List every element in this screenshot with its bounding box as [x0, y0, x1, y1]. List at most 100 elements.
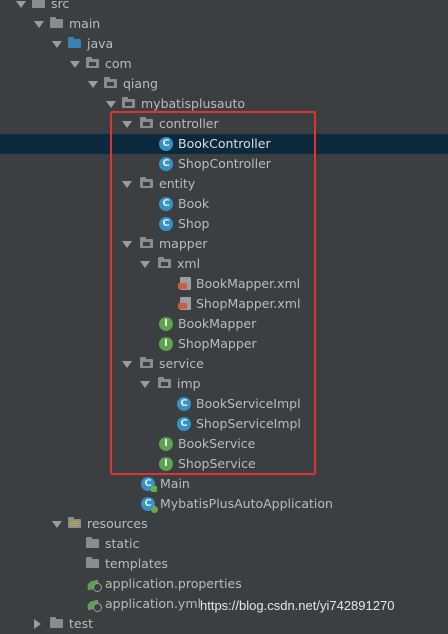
interface-icon: I — [159, 317, 173, 331]
interface-icon: I — [159, 337, 173, 351]
tree-node-label: application.yml — [105, 596, 201, 611]
tree-node-label: Main — [160, 476, 190, 491]
chevron-down-icon[interactable] — [88, 81, 98, 88]
tree-node-imp[interactable]: imp — [0, 374, 448, 394]
tree-node-shop[interactable]: C Shop — [0, 214, 448, 234]
properties-file-icon — [87, 577, 102, 592]
chevron-down-icon[interactable] — [140, 381, 150, 388]
tree-node-shopservice[interactable]: I ShopService — [0, 454, 448, 474]
package-icon — [86, 57, 100, 71]
tree-node-application-properties[interactable]: application.properties — [0, 574, 448, 594]
tree-node-label: BookMapper.xml — [196, 276, 301, 291]
package-icon — [122, 97, 136, 111]
chevron-down-icon[interactable] — [52, 521, 62, 528]
class-icon: C — [177, 417, 191, 431]
tree-node-label: imp — [177, 376, 201, 391]
tree-node-label: entity — [159, 176, 196, 191]
main-class-icon: C — [141, 477, 157, 492]
class-icon: C — [159, 217, 173, 231]
tree-node-label: mybatisplusauto — [141, 96, 246, 111]
tree-node-label: com — [105, 56, 132, 71]
tree-node-shopmapper[interactable]: I ShopMapper — [0, 334, 448, 354]
tree-node-static[interactable]: static — [0, 534, 448, 554]
tree-node-mybatisplusautoapplication[interactable]: C MybatisPlusAutoApplication — [0, 494, 448, 514]
resources-folder-icon — [68, 517, 82, 531]
class-icon: C — [177, 397, 191, 411]
tree-node-label: src — [51, 0, 70, 11]
chevron-down-icon[interactable] — [122, 361, 132, 368]
tree-node-label: Shop — [178, 216, 210, 231]
tree-node-resources[interactable]: resources — [0, 514, 448, 534]
tree-node-xml[interactable]: xml — [0, 254, 448, 274]
tree-node-mapper[interactable]: mapper — [0, 234, 448, 254]
class-icon: C — [159, 157, 173, 171]
chevron-down-icon[interactable] — [122, 241, 132, 248]
tree-node-book[interactable]: C Book — [0, 194, 448, 214]
tree-node-label: templates — [105, 556, 168, 571]
yml-file-icon — [87, 597, 102, 612]
tree-node-label: BookService — [178, 436, 256, 451]
tree-node-com[interactable]: com — [0, 54, 448, 74]
tree-node-bookcontroller[interactable]: C BookController — [0, 134, 448, 154]
chevron-down-icon[interactable] — [70, 61, 80, 68]
chevron-down-icon[interactable] — [34, 21, 44, 28]
xml-file-icon — [178, 277, 191, 290]
interface-icon: I — [159, 437, 173, 451]
tree-node-controller[interactable]: controller — [0, 114, 448, 134]
tree-node-bookservice[interactable]: I BookService — [0, 434, 448, 454]
tree-node-qiang[interactable]: qiang — [0, 74, 448, 94]
chevron-down-icon[interactable] — [122, 181, 132, 188]
tree-node-label: BookController — [178, 136, 271, 151]
tree-node-label: ShopService — [178, 456, 256, 471]
tree-node-test[interactable]: test — [0, 614, 448, 634]
tree-node-main[interactable]: main — [0, 14, 448, 34]
tree-node-shopmapper-xml[interactable]: ShopMapper.xml — [0, 294, 448, 314]
tree-node-label: BookServiceImpl — [196, 396, 301, 411]
tree-node-label: ShopServiceImpl — [196, 416, 301, 431]
tree-node-bookserviceimpl[interactable]: C BookServiceImpl — [0, 394, 448, 414]
folder-icon — [86, 537, 100, 551]
tree-node-templates[interactable]: templates — [0, 554, 448, 574]
chevron-down-icon[interactable] — [140, 261, 150, 268]
tree-node-service[interactable]: service — [0, 354, 448, 374]
tree-node-label: BookMapper — [178, 316, 257, 331]
folder-icon — [50, 617, 64, 631]
tree-node-label: application.properties — [105, 576, 242, 591]
tree-node-bookmapper-xml[interactable]: BookMapper.xml — [0, 274, 448, 294]
source-folder-icon — [68, 37, 82, 51]
xml-file-icon — [178, 297, 191, 310]
tree-node-label: Book — [178, 196, 210, 211]
tree-node-label: static — [105, 536, 140, 551]
package-icon — [140, 237, 154, 251]
tree-node-label: ShopController — [178, 156, 271, 171]
package-icon — [140, 357, 154, 371]
folder-icon — [32, 0, 46, 11]
tree-node-label: main — [69, 16, 101, 31]
chevron-down-icon[interactable] — [52, 41, 62, 48]
tree-node-java[interactable]: java — [0, 34, 448, 54]
tree-node-label: qiang — [123, 76, 158, 91]
tree-node-label: ShopMapper.xml — [196, 296, 301, 311]
tree-node-label: test — [69, 616, 94, 631]
class-icon: C — [159, 197, 173, 211]
tree-node-entity[interactable]: entity — [0, 174, 448, 194]
tree-node-label: xml — [177, 256, 201, 271]
package-icon — [158, 257, 172, 271]
spring-boot-class-icon: C — [141, 497, 158, 513]
tree-node-shopserviceimpl[interactable]: C ShopServiceImpl — [0, 414, 448, 434]
chevron-down-icon[interactable] — [16, 1, 26, 8]
tree-node-label: java — [87, 36, 114, 51]
chevron-down-icon[interactable] — [106, 101, 116, 108]
tree-node-mybatisplusauto[interactable]: mybatisplusauto — [0, 94, 448, 114]
folder-icon — [86, 557, 100, 571]
tree-node-bookmapper[interactable]: I BookMapper — [0, 314, 448, 334]
package-icon — [158, 377, 172, 391]
tree-node-src[interactable]: src — [0, 0, 448, 14]
tree-node-label: service — [159, 356, 204, 371]
tree-node-label: resources — [87, 516, 148, 531]
tree-node-shopcontroller[interactable]: C ShopController — [0, 154, 448, 174]
class-icon: C — [159, 137, 173, 151]
tree-node-label: ShopMapper — [178, 336, 257, 351]
tree-node-main-class[interactable]: C Main — [0, 474, 448, 494]
chevron-down-icon[interactable] — [122, 121, 132, 128]
